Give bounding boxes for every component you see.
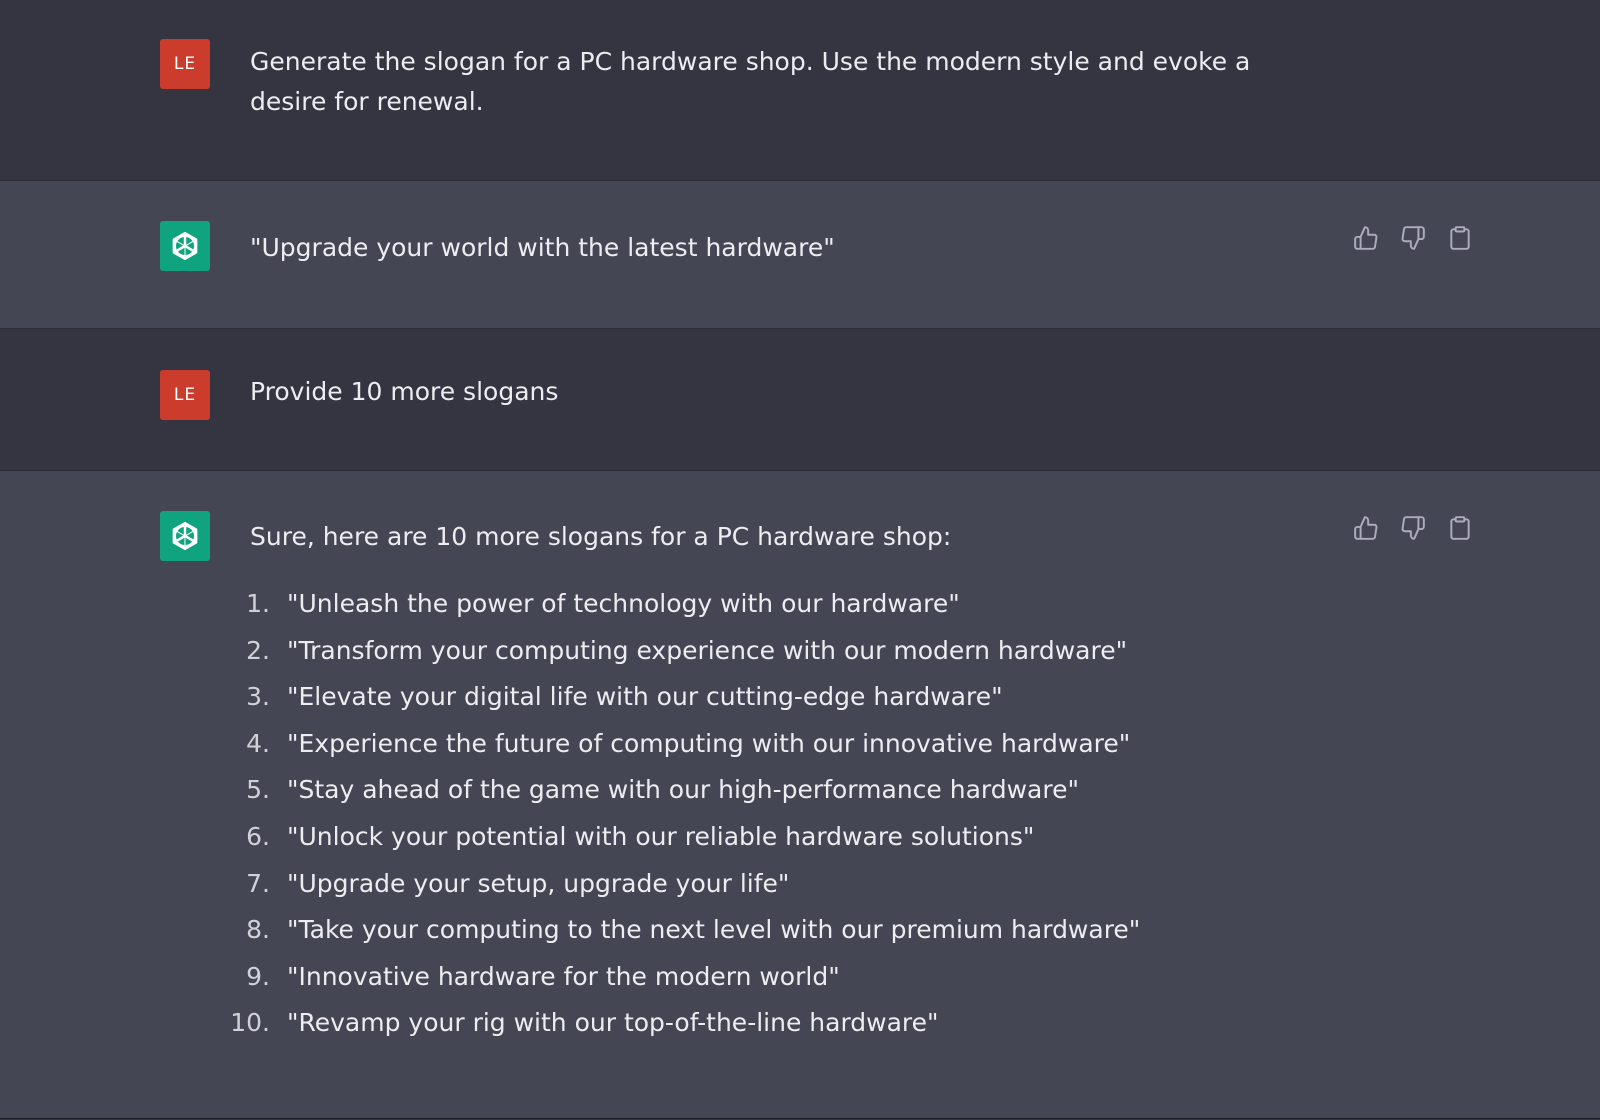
list-item-text: "Unleash the power of technology with ou… [287,589,960,618]
list-item-text: "Innovative hardware for the modern worl… [287,961,840,991]
list-item-number: 1. [246,589,270,618]
list-item: 7. "Upgrade your setup, upgrade your life… [220,861,1140,908]
conversation-thread: LE Generate the slogan for a PC hardware… [0,0,1600,1120]
thumbs-up-button[interactable] [1352,514,1379,541]
list-item: 3. "Elevate your digital life with our cu… [220,674,1140,721]
list-item-number: 2. [246,635,270,665]
assistant-avatar [160,221,210,271]
thumbs-up-button[interactable] [1352,224,1379,251]
list-item: 5. "Stay ahead of the game with our high-… [220,767,1140,814]
list-item-text: "Unlock your potential with our reliable… [287,821,1035,851]
list-item: 9. "Innovative hardware for the modern wo… [220,954,1140,1001]
thumbs-up-icon [1353,225,1377,250]
list-item: 8. "Take your computing to the next level… [220,907,1140,954]
openai-logo-icon [172,231,198,261]
openai-logo-icon [172,521,198,551]
user-avatar: LE [160,39,210,89]
list-item-text: "Experience the future of computing with… [287,728,1131,758]
user-message-text: Generate the slogan for a PC hardware sh… [250,47,1251,116]
list-item: 2. "Transform your computing experience w… [220,628,1140,675]
list-item-number: 8. [246,915,270,945]
thumbs-down-icon [1401,515,1425,540]
list-item-text: "Take your computing to the next level w… [287,915,1141,945]
thumbs-up-icon [1353,515,1377,540]
list-item-number: 5. [246,775,270,805]
list-item-text: "Transform your computing experience wit… [287,635,1128,665]
clipboard-icon [1449,515,1470,540]
copy-button[interactable] [1446,514,1473,541]
thumbs-down-icon [1401,225,1425,250]
thumbs-down-button[interactable] [1399,514,1426,541]
divider [0,1118,1600,1119]
list-item-number: 9. [246,961,270,991]
list-item: 4. "Experience the future of computing wi… [220,721,1140,768]
assistant-message-2: Sure, here are 10 more slogans for a PC … [0,471,1600,1119]
copy-button[interactable] [1446,224,1473,251]
list-item: 6. "Unlock your potential with our reliab… [220,814,1140,861]
clipboard-icon [1449,225,1470,250]
list-item-text: "Stay ahead of the game with our high-pe… [287,775,1079,805]
list-item-text: "Upgrade your setup, upgrade your life" [287,868,790,898]
thumbs-down-button[interactable] [1399,224,1426,251]
user-message-1: LE Generate the slogan for a PC hardware… [0,0,1600,180]
slogan-list: 1. "Unleash the power of technology with … [220,581,1140,1047]
assistant-message-1: "Upgrade your world with the latest hard… [0,181,1600,328]
list-item-text: "Elevate your digital life with our cutt… [287,682,1003,712]
user-message-2: LE Provide 10 more slogans [0,329,1600,470]
list-item-number: 3. [246,682,270,712]
list-item-number: 7. [246,868,270,898]
list-item: 1. "Unleash the power of technology with … [220,581,1140,628]
assistant-message-text: Sure, here are 10 more slogans for a PC … [250,522,952,551]
user-message-text: Provide 10 more slogans [250,377,559,406]
assistant-avatar [160,511,210,561]
message-actions [1352,224,1473,251]
list-item-number: 4. [246,728,270,758]
message-actions [1352,514,1473,541]
list-item-text: "Revamp your rig with our top-of-the-lin… [287,1008,939,1038]
list-item-number: 10. [230,1008,270,1038]
assistant-message-text: "Upgrade your world with the latest hard… [250,233,835,262]
user-avatar: LE [160,370,210,420]
list-item: 10. "Revamp your rig with our top-of-the-… [220,1000,1140,1047]
list-item-number: 6. [246,821,270,851]
